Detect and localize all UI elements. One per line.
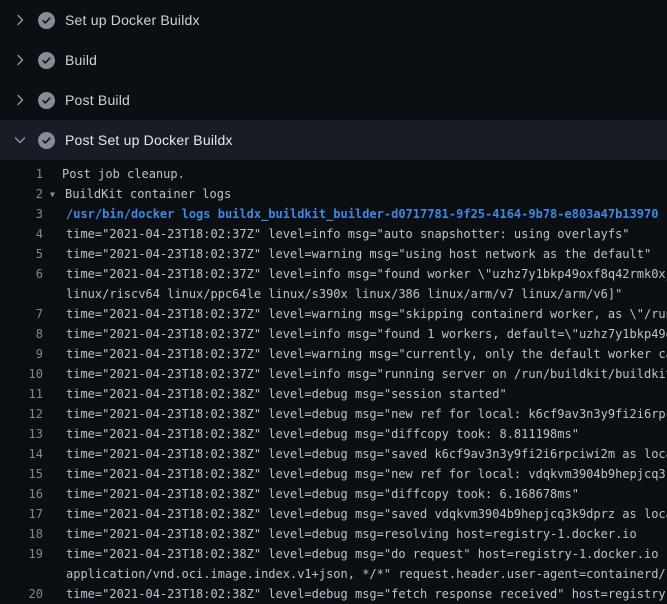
check-circle-icon [38,132,55,149]
log-line-text[interactable]: ▼BuildKit container logs [50,184,231,204]
log-line-text: time="2021-04-23T18:02:38Z" level=debug … [66,464,667,484]
log-line-text: linux/riscv64 linux/ppc64le linux/s390x … [66,284,622,304]
log-line-text: time="2021-04-23T18:02:37Z" level=warnin… [66,304,667,324]
log-line: application/vnd.oci.image.index.v1+json,… [0,564,667,584]
log-line: 13 time="2021-04-23T18:02:38Z" level=deb… [0,424,667,444]
log-line: 17 time="2021-04-23T18:02:38Z" level=deb… [0,504,667,524]
chevron-right-icon [12,12,28,28]
log-line-number[interactable]: 12 [0,404,43,424]
log-line-number[interactable] [0,284,43,304]
log-line-number[interactable]: 6 [0,264,43,284]
step-title: Post Build [65,92,130,108]
log-line-number[interactable]: 16 [0,484,43,504]
log-line: 14 time="2021-04-23T18:02:38Z" level=deb… [0,444,667,464]
log-line: 8 time="2021-04-23T18:02:37Z" level=info… [0,324,667,344]
log-line-number[interactable]: 17 [0,504,43,524]
log-line-number[interactable]: 15 [0,464,43,484]
log-line-number[interactable]: 13 [0,424,43,444]
log-line-text: time="2021-04-23T18:02:38Z" level=debug … [66,444,667,464]
step-section-set-up-docker-buildx[interactable]: Set up Docker Buildx [0,0,667,40]
log-line: 6 time="2021-04-23T18:02:37Z" level=info… [0,264,667,284]
check-circle-icon [38,92,55,109]
step-section-post-build[interactable]: Post Build [0,80,667,120]
log-line-number[interactable]: 1 [0,164,43,184]
log-line-number[interactable]: 4 [0,224,43,244]
log-line-number[interactable]: 8 [0,324,43,344]
log-line: 18 time="2021-04-23T18:02:38Z" level=deb… [0,524,667,544]
step-section-build[interactable]: Build [0,40,667,80]
log-line-text: time="2021-04-23T18:02:37Z" level=info m… [66,224,630,244]
log-line-number[interactable]: 11 [0,384,43,404]
log-line-number[interactable]: 5 [0,244,43,264]
log-line: 5 time="2021-04-23T18:02:37Z" level=warn… [0,244,667,264]
log-line-text: application/vnd.oci.image.index.v1+json,… [66,564,667,584]
log-line-number[interactable]: 14 [0,444,43,464]
log-line-text: /usr/bin/docker logs buildx_buildkit_bui… [66,204,658,224]
log-line: 2 ▼BuildKit container logs [0,184,667,204]
check-circle-icon [38,52,55,69]
log-line: 1 Post job cleanup. [0,164,667,184]
log-line-text: time="2021-04-23T18:02:38Z" level=debug … [66,424,579,444]
log-line-text: time="2021-04-23T18:02:37Z" level=info m… [66,364,667,384]
chevron-down-icon [12,132,28,148]
chevron-right-icon [12,52,28,68]
chevron-right-icon [12,92,28,108]
log-line-number[interactable]: 3 [0,204,43,224]
log-line: 9 time="2021-04-23T18:02:37Z" level=warn… [0,344,667,364]
log-line-text: time="2021-04-23T18:02:38Z" level=debug … [66,504,667,524]
check-circle-icon [38,12,55,29]
log-line: 4 time="2021-04-23T18:02:37Z" level=info… [0,224,667,244]
log-line: 11 time="2021-04-23T18:02:38Z" level=deb… [0,384,667,404]
log-line: 16 time="2021-04-23T18:02:38Z" level=deb… [0,484,667,504]
log-line-text: time="2021-04-23T18:02:38Z" level=debug … [66,544,667,564]
log-line-number[interactable]: 10 [0,364,43,384]
step-title: Build [65,52,97,68]
log-line-number[interactable]: 2 [0,184,43,204]
log-view: 1 Post job cleanup. 2 ▼BuildKit containe… [0,160,667,604]
log-line-number[interactable]: 18 [0,524,43,544]
log-line-text: time="2021-04-23T18:02:37Z" level=info m… [66,324,667,344]
log-line: 20 time="2021-04-23T18:02:38Z" level=deb… [0,584,667,604]
step-title: Set up Docker Buildx [65,12,200,28]
log-line: 7 time="2021-04-23T18:02:37Z" level=warn… [0,304,667,324]
log-line-text: time="2021-04-23T18:02:38Z" level=debug … [66,484,579,504]
group-toggle-icon[interactable]: ▼ [50,185,65,204]
log-line-text: time="2021-04-23T18:02:38Z" level=debug … [66,524,637,544]
log-line-number[interactable] [0,564,43,584]
log-line-text: time="2021-04-23T18:02:37Z" level=warnin… [66,244,651,264]
log-line-number[interactable]: 20 [0,584,43,604]
log-line-text: time="2021-04-23T18:02:38Z" level=debug … [66,404,667,424]
steps-list: Set up Docker Buildx Build Post Build Po… [0,0,667,160]
log-line-text: Post job cleanup. [62,164,185,184]
log-line-number[interactable]: 9 [0,344,43,364]
step-title: Post Set up Docker Buildx [65,132,233,148]
log-line-number[interactable]: 19 [0,544,43,564]
log-line-number[interactable]: 7 [0,304,43,324]
log-line: 19 time="2021-04-23T18:02:38Z" level=deb… [0,544,667,564]
log-line: linux/riscv64 linux/ppc64le linux/s390x … [0,284,667,304]
actions-log-viewer: { "colors": { "bg": "#0b0e13", "header_h… [0,0,667,600]
step-section-post-set-up-docker-buildx[interactable]: Post Set up Docker Buildx [0,120,667,160]
log-line: 12 time="2021-04-23T18:02:38Z" level=deb… [0,404,667,424]
group-label[interactable]: BuildKit container logs [65,187,231,201]
log-line: 10 time="2021-04-23T18:02:37Z" level=inf… [0,364,667,384]
log-line-text: time="2021-04-23T18:02:38Z" level=debug … [66,584,667,604]
log-line-text: time="2021-04-23T18:02:37Z" level=warnin… [66,344,667,364]
log-line: 15 time="2021-04-23T18:02:38Z" level=deb… [0,464,667,484]
log-line-text: time="2021-04-23T18:02:38Z" level=debug … [66,384,507,404]
log-line-text: time="2021-04-23T18:02:37Z" level=info m… [66,264,667,284]
log-line: 3 /usr/bin/docker logs buildx_buildkit_b… [0,204,667,224]
